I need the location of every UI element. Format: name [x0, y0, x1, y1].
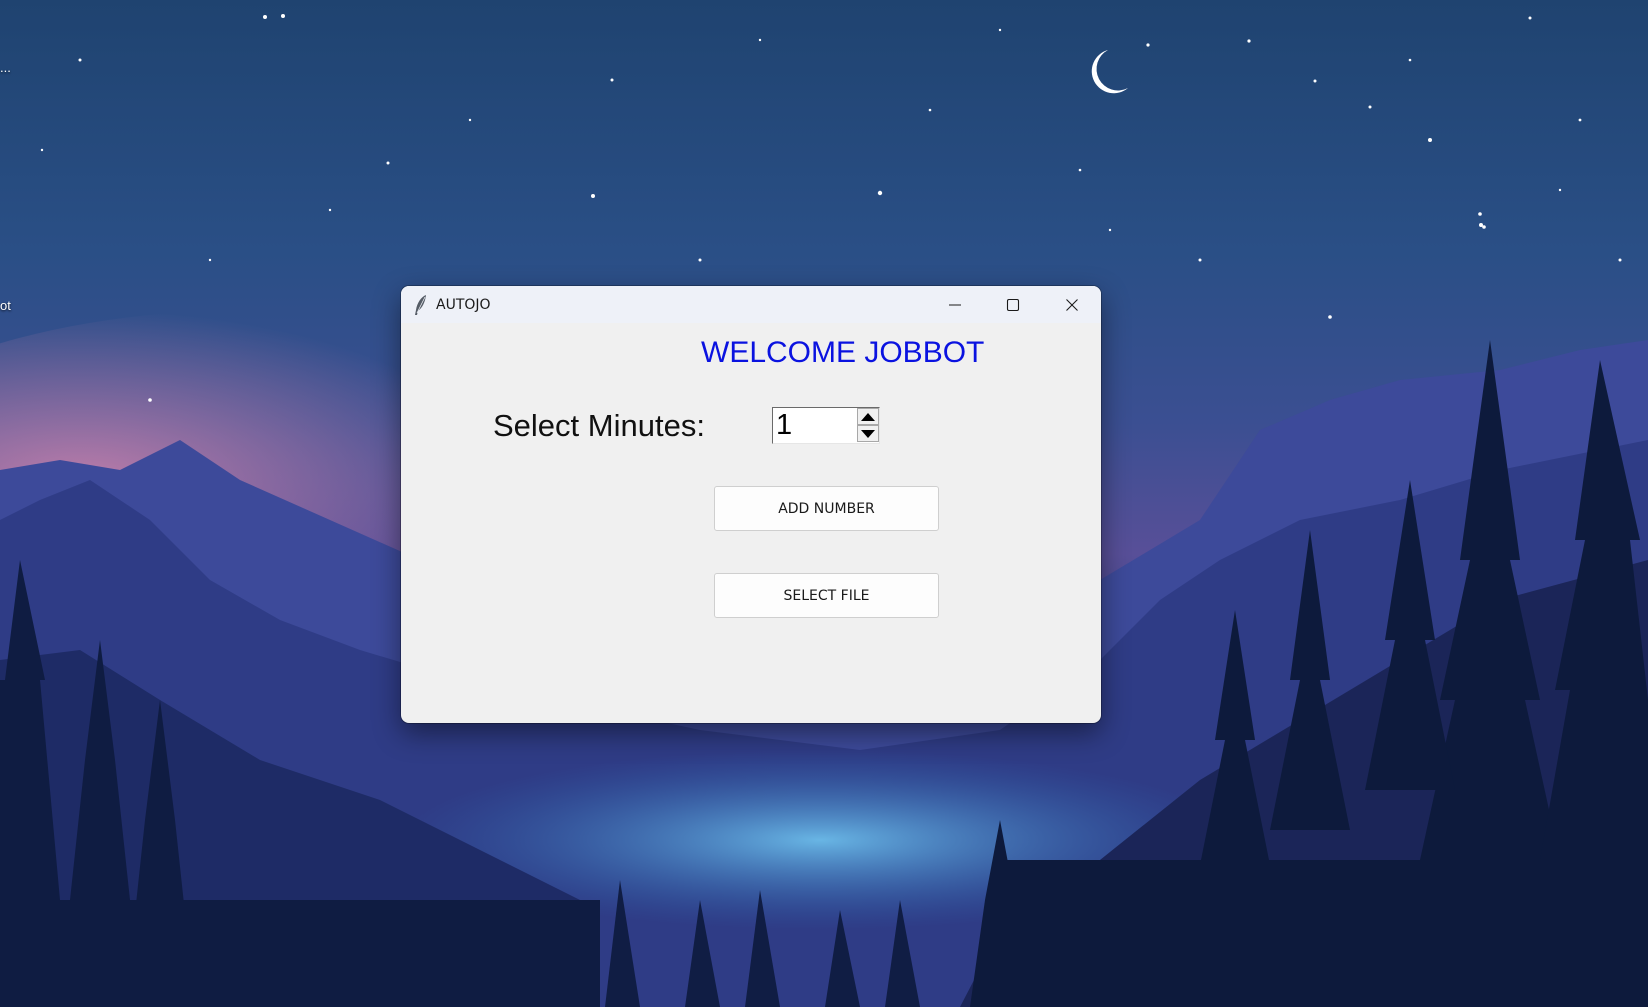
- app-window: AUTOJO WELCOME JOBBOT Select Minutes: 1: [401, 286, 1101, 723]
- minimize-icon: [949, 304, 961, 305]
- select-file-button[interactable]: SELECT FILE: [714, 573, 939, 618]
- close-button[interactable]: [1043, 286, 1101, 323]
- desktop-icon-label[interactable]: ...: [0, 60, 11, 75]
- minutes-spinbox[interactable]: 1: [772, 407, 880, 444]
- maximize-icon: [1006, 298, 1020, 311]
- arrow-down-icon: [861, 429, 875, 438]
- close-icon: [1066, 298, 1078, 311]
- desktop-icon-label[interactable]: ot: [0, 298, 11, 313]
- spin-down-button[interactable]: [857, 425, 879, 442]
- feather-icon: [415, 295, 426, 315]
- window-title: AUTOJO: [436, 297, 491, 313]
- window-titlebar[interactable]: AUTOJO: [401, 286, 1101, 323]
- add-number-button[interactable]: ADD NUMBER: [714, 486, 939, 531]
- select-minutes-label: Select Minutes:: [493, 408, 705, 443]
- arrow-up-icon: [861, 412, 875, 421]
- spinbox-arrows: [857, 408, 879, 443]
- maximize-button[interactable]: [984, 286, 1042, 323]
- minimize-button[interactable]: [926, 286, 984, 323]
- spin-up-button[interactable]: [857, 408, 879, 425]
- minutes-spinbox-value[interactable]: 1: [776, 409, 792, 442]
- welcome-heading: WELCOME JOBBOT: [701, 336, 985, 369]
